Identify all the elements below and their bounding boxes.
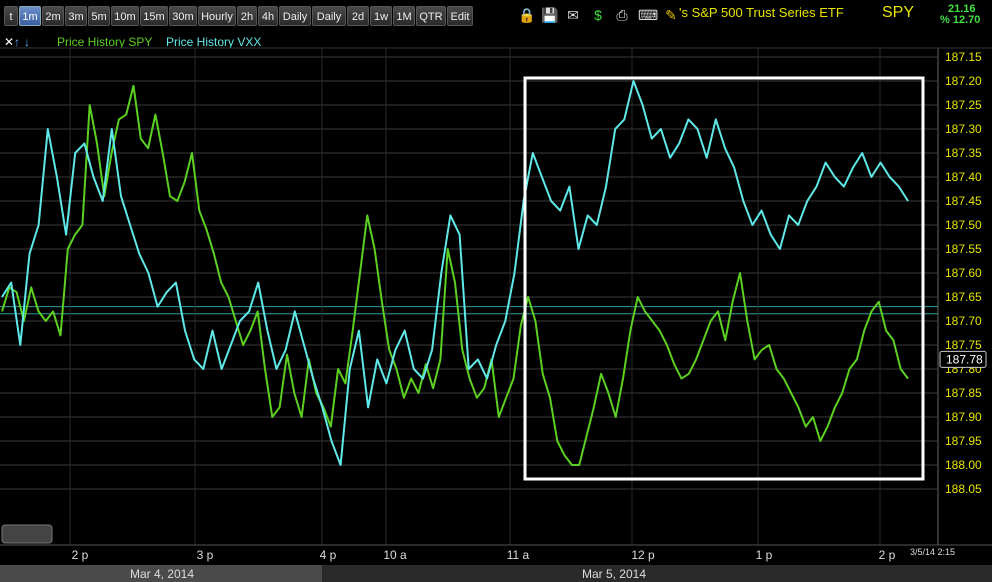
- scroll-handle[interactable]: [1, 524, 53, 544]
- y-tick-label: 187.70: [945, 314, 982, 328]
- y-tick-label: 188.05: [945, 482, 982, 496]
- y-tick-label: 187.50: [945, 218, 982, 232]
- date-label: Mar 5, 2014: [582, 567, 646, 581]
- y-tick-label: 187.75: [945, 338, 982, 352]
- y-tick-label: 187.30: [945, 122, 982, 136]
- y-tick-label: 187.85: [945, 386, 982, 400]
- x-tick-label: 12 p: [631, 548, 655, 562]
- y-tick-label: 187.15: [945, 50, 982, 64]
- y-tick-label: 187.45: [945, 194, 982, 208]
- x-tick-label: 4 p: [320, 548, 337, 562]
- y-tick-label: 187.95: [945, 434, 982, 448]
- y-tick-label: 187.25: [945, 98, 982, 112]
- highlight-box: [523, 76, 925, 481]
- x-tick-label: 1 p: [756, 548, 773, 562]
- date-band-mar5: [322, 565, 992, 582]
- x-axis-bar: [0, 545, 992, 565]
- y-tick-label: 187.65: [945, 290, 982, 304]
- y-tick-label: 187.20: [945, 74, 982, 88]
- y-tick-label: 187.40: [945, 170, 982, 184]
- x-tick-label: 2 p: [879, 548, 896, 562]
- x-tick-label: 2 p: [72, 548, 89, 562]
- series-spy-line: [1, 84, 909, 466]
- y-tick-label: 188.00: [945, 458, 982, 472]
- x-tick-label: 11 a: [507, 548, 530, 562]
- y-tick-label: 187.60: [945, 266, 982, 280]
- timestamp-label: 3/5/14 2:15: [910, 547, 955, 557]
- y-tick-label: 187.35: [945, 146, 982, 160]
- price-chart[interactable]: 187.15 187.20 187.25 187.30 187.35 187.40 187.…: [0, 0, 992, 582]
- y-tick-label: 187.55: [945, 242, 982, 256]
- x-tick-label: 3 p: [197, 548, 214, 562]
- x-tick-label: 10 a: [383, 548, 407, 562]
- y-tick-label: 187.90: [945, 410, 982, 424]
- last-value-label: 187.78: [946, 352, 983, 366]
- date-label: Mar 4, 2014: [130, 567, 194, 581]
